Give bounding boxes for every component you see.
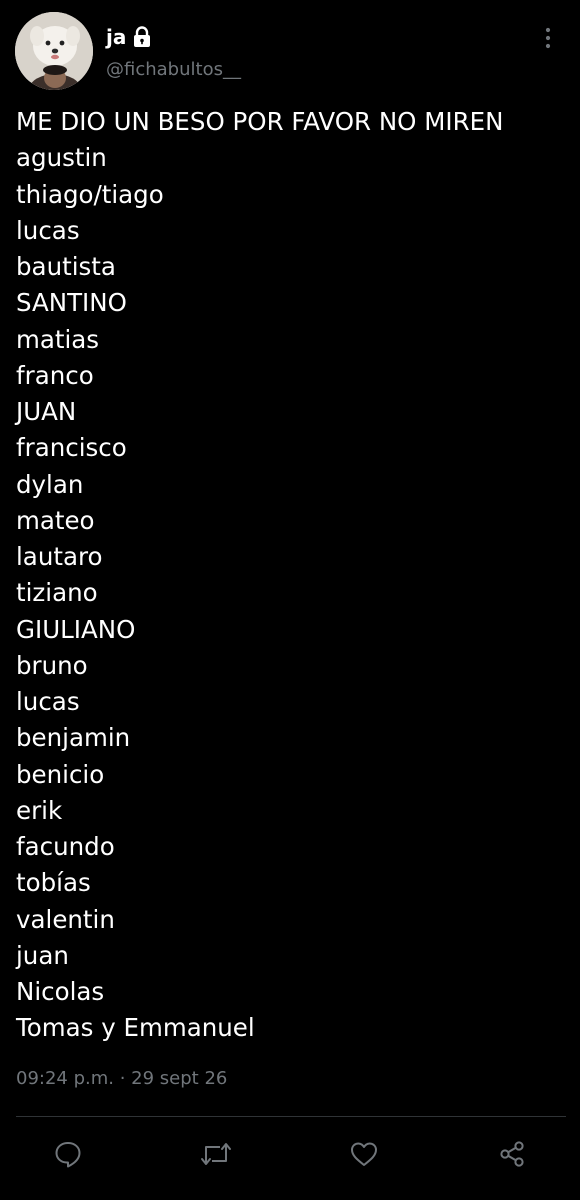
display-name[interactable]: ja — [106, 25, 126, 49]
tweet-line: lucas — [16, 215, 80, 245]
tweet-line: dylan — [16, 469, 84, 499]
reply-button[interactable] — [50, 1136, 86, 1172]
reply-icon — [55, 1142, 81, 1168]
share-icon — [500, 1141, 524, 1167]
tweet-line: erik — [16, 795, 63, 825]
tweet-line: tobías — [16, 868, 91, 898]
tweet-line: juan — [16, 940, 69, 970]
tweet-text: ME DIO UN BESO POR FAVOR NO MIREN agusti… — [16, 104, 566, 1047]
more-vertical-icon — [545, 27, 551, 49]
tweet-line: lautaro — [16, 542, 103, 571]
divider — [16, 1116, 566, 1117]
tweet-line: SANTINO — [16, 288, 127, 318]
avatar[interactable] — [15, 12, 93, 90]
lock-icon — [132, 26, 152, 48]
tweet-line: lucas — [16, 687, 80, 716]
tweet-line: facundo — [16, 832, 115, 861]
retweet-icon — [201, 1143, 231, 1165]
tweet-line: Tomas y Emmanuel — [16, 1013, 255, 1043]
tweet-line: JUAN — [16, 397, 77, 426]
tweet-line: GIULIANO — [16, 614, 136, 644]
like-button[interactable] — [346, 1136, 382, 1172]
tweet-line: bautista — [16, 252, 116, 281]
tweet-line: agustin — [16, 143, 107, 173]
avatar-photo — [15, 12, 93, 90]
tweet-line: Nicolas — [16, 977, 105, 1006]
tweet-line: mateo — [16, 505, 95, 535]
tweet-timestamp[interactable]: 09:24 p.m. · 29 sept 26 — [16, 1068, 227, 1089]
like-icon — [351, 1142, 377, 1166]
tweet-line: bruno — [16, 650, 88, 680]
tweet: ja @fichabultos__ ME DIO UN BESO POR FAV… — [0, 0, 580, 1200]
share-button[interactable] — [494, 1136, 530, 1172]
tweet-line: matias — [16, 324, 100, 354]
tweet-line: thiago/tiago — [16, 179, 164, 209]
tweet-line: franco — [16, 360, 94, 390]
tweet-line: francisco — [16, 433, 127, 463]
more-options-button[interactable] — [536, 24, 560, 52]
tweet-line: ME DIO UN BESO POR FAVOR NO MIREN — [16, 107, 504, 136]
tweet-line: benjamin — [16, 723, 131, 753]
tweet-line: tiziano — [16, 578, 98, 608]
tweet-line: valentin — [16, 904, 115, 934]
tweet-line: benicio — [16, 759, 105, 789]
author-handle[interactable]: @fichabultos__ — [106, 59, 241, 80]
author-name-row[interactable]: ja — [106, 22, 152, 52]
retweet-button[interactable] — [198, 1136, 234, 1172]
